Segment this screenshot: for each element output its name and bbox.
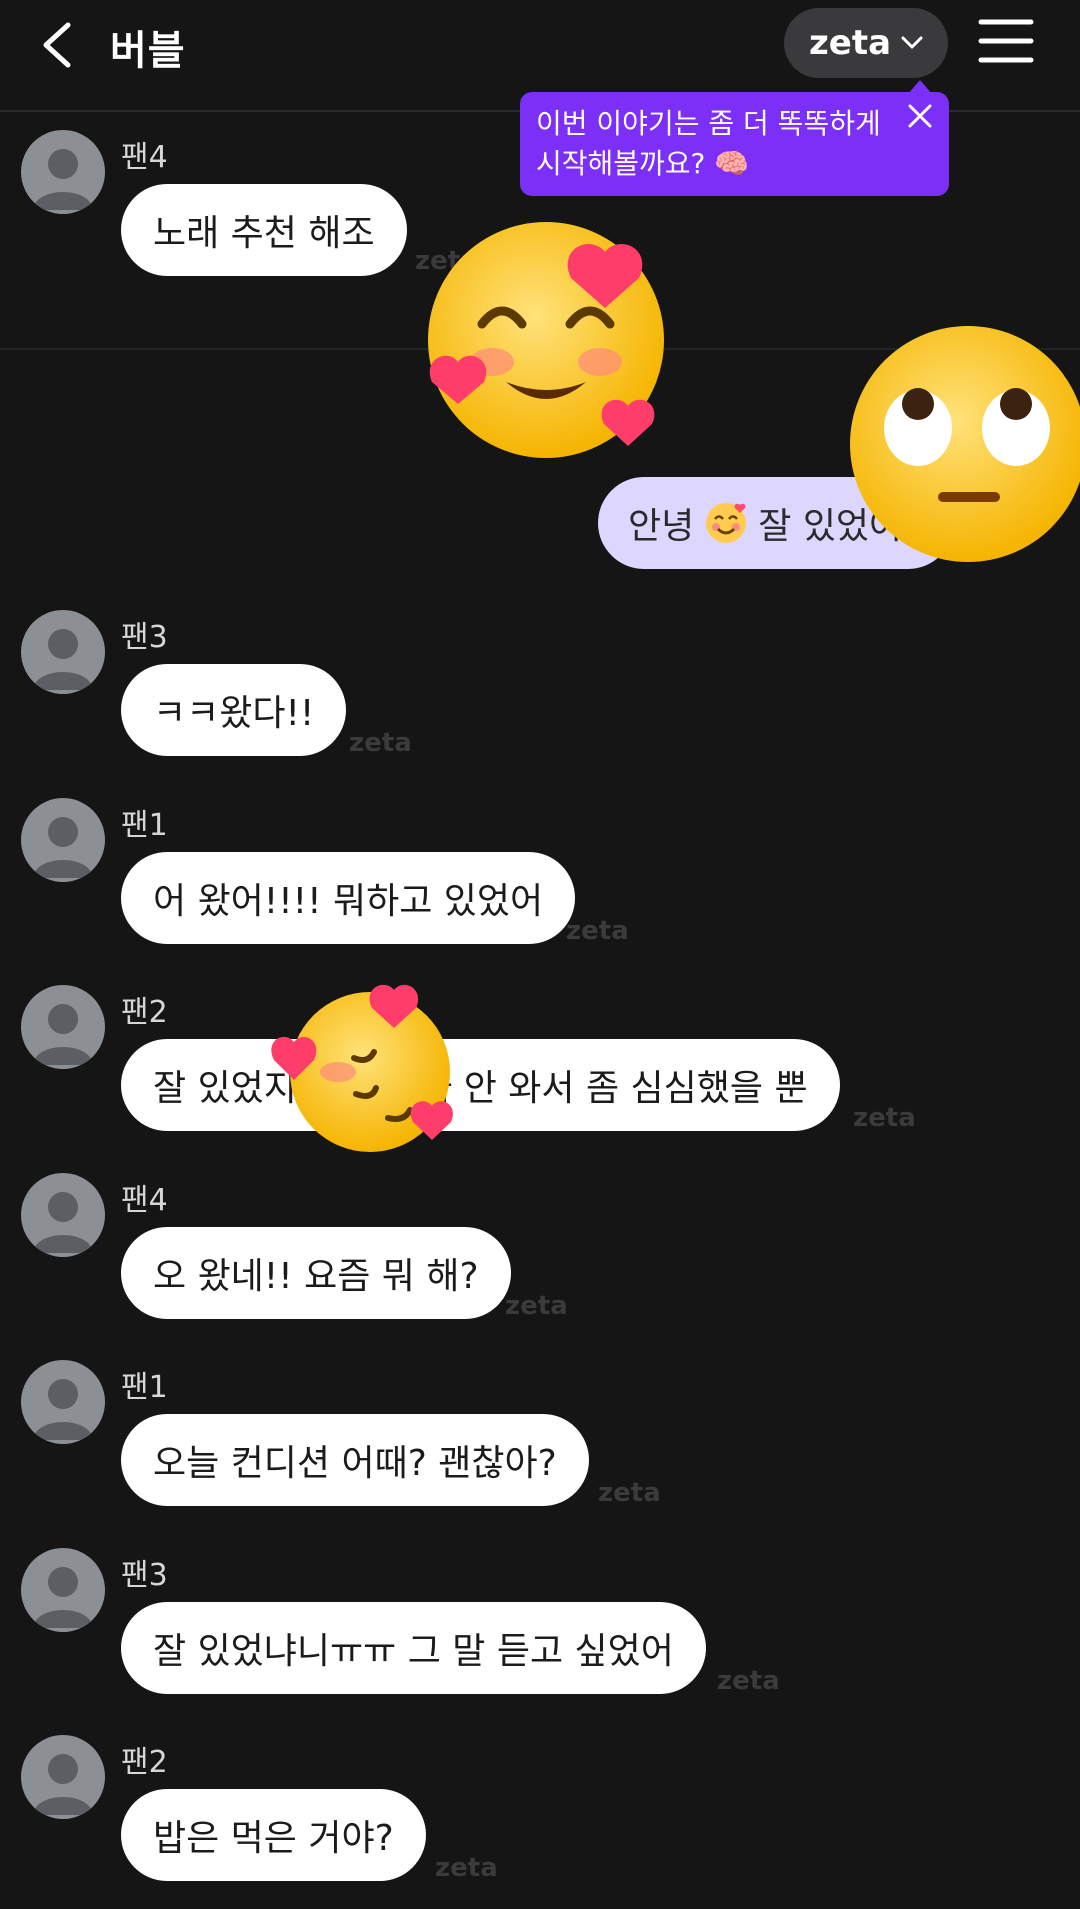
sender-name: 팬4 xyxy=(121,1183,168,1218)
zeta-stamp: zeta xyxy=(349,728,412,758)
avatar[interactable] xyxy=(21,985,105,1069)
sender-name: 팬2 xyxy=(121,995,168,1030)
person-icon xyxy=(33,149,93,210)
model-label: zeta xyxy=(808,23,892,63)
avatar[interactable] xyxy=(21,1735,105,1819)
sender-name: 팬1 xyxy=(121,1370,168,1405)
sender-name: 팬3 xyxy=(121,620,168,655)
message-bubble[interactable]: 밥은 먹은 거야? xyxy=(121,1789,426,1881)
avatar[interactable] xyxy=(21,1360,105,1444)
person-icon xyxy=(33,1192,93,1253)
message-bubble[interactable]: 잘 있었지 ㅎㅎ 니가 안 와서 좀 심심했을 뿐 xyxy=(121,1039,840,1131)
message-bubble[interactable]: 오 왔네!! 요즘 뭐 해? xyxy=(121,1227,511,1319)
message-bubble[interactable]: 노래 추천 해조 xyxy=(121,184,407,276)
sender-name: 팬2 xyxy=(121,1745,168,1780)
avatar[interactable] xyxy=(21,798,105,882)
tooltip-line-1: 이번 이야기는 좀 더 똑똑하게 xyxy=(536,107,881,140)
face-with-rolling-eyes-icon xyxy=(850,326,1080,562)
zeta-stamp: zeta xyxy=(598,1478,661,1508)
model-selector-button[interactable]: zeta xyxy=(784,8,948,78)
message-bubble[interactable]: 잘 있었냐니ㅠㅠ 그 말 듣고 싶었어 xyxy=(121,1602,706,1694)
page-title: 버블 xyxy=(110,28,186,74)
avatar[interactable] xyxy=(21,610,105,694)
zeta-stamp: zeta xyxy=(505,1291,568,1321)
message-bubble[interactable]: 어 왔어!!!! 뭐하고 있었어 xyxy=(121,852,576,944)
zeta-stamp: zeta xyxy=(717,1666,780,1696)
person-icon xyxy=(33,1567,93,1628)
person-icon xyxy=(33,1754,93,1815)
zeta-stamp: zeta xyxy=(435,1853,498,1883)
smiling-face-with-hearts-small-icon xyxy=(706,503,747,543)
sleepy-face-with-hearts-icon xyxy=(271,984,453,1152)
my-message-text-1: 안녕 xyxy=(628,506,695,547)
person-icon xyxy=(33,817,93,878)
close-icon[interactable] xyxy=(904,100,936,132)
zeta-stamp: zeta xyxy=(853,1103,916,1133)
hamburger-menu-icon[interactable] xyxy=(978,16,1034,66)
chevron-down-icon xyxy=(901,36,923,49)
zeta-stamp: zeta xyxy=(566,916,629,946)
smiling-face-with-hearts-icon xyxy=(428,222,664,458)
sender-name: 팬1 xyxy=(121,808,168,843)
avatar[interactable] xyxy=(21,130,105,214)
sender-name: 팬4 xyxy=(121,140,168,175)
message-bubble[interactable]: 오늘 컨디션 어때? 괜찮아? xyxy=(121,1414,589,1506)
avatar[interactable] xyxy=(21,1548,105,1632)
avatar[interactable] xyxy=(21,1173,105,1257)
chevron-left-icon[interactable] xyxy=(38,20,78,70)
person-icon xyxy=(33,629,93,690)
sender-name: 팬3 xyxy=(121,1558,168,1593)
person-icon xyxy=(33,1004,93,1065)
tooltip-line-2: 시작해볼까요? 🧠 xyxy=(536,147,750,180)
message-bubble[interactable]: ㅋㅋ왔다!! xyxy=(121,664,347,756)
person-icon xyxy=(33,1379,93,1440)
smart-start-tooltip[interactable]: 이번 이야기는 좀 더 똑똑하게 시작해볼까요? 🧠 xyxy=(520,92,949,196)
